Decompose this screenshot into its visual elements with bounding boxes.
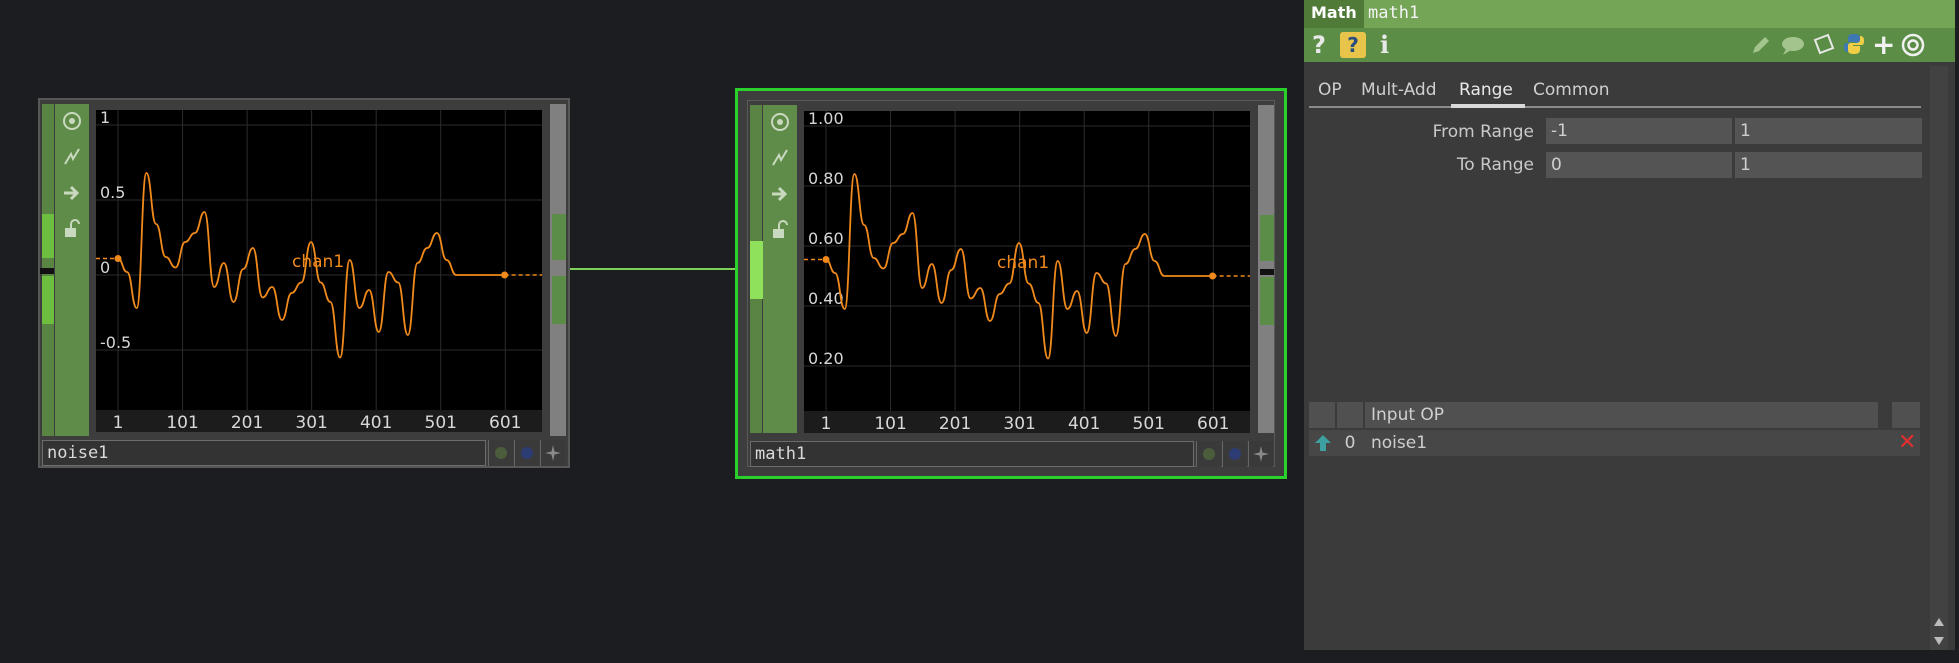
export-icon[interactable] <box>55 176 89 210</box>
x-tick-label: 501 <box>1133 414 1165 433</box>
node-icon-column <box>763 105 797 433</box>
x-tick-label: 401 <box>1068 414 1100 433</box>
to-range-value-2[interactable]: 1 <box>1735 152 1922 178</box>
y-tick-label: 0.40 <box>808 289 844 308</box>
cook-icon[interactable] <box>55 140 89 174</box>
output-connector[interactable] <box>552 214 566 260</box>
x-tick-label: 201 <box>939 414 971 433</box>
tab-op[interactable]: OP <box>1318 80 1342 100</box>
flag-blue-icon[interactable] <box>1222 441 1247 467</box>
output-marker <box>1260 269 1274 275</box>
channel-viewer[interactable]: 1 101 201 301 401 501 601 1 0.5 0 -0.5 chan1 <box>96 108 542 433</box>
curve-start-point <box>822 256 830 263</box>
channel-label: chan1 <box>292 252 345 272</box>
scroll-down-arrow-icon[interactable] <box>1933 631 1945 645</box>
curve-end-point <box>501 271 509 279</box>
y-tick-label: 0.60 <box>808 229 844 248</box>
tab-common[interactable]: Common <box>1533 80 1610 100</box>
node-math1[interactable]: 1 101 201 301 401 501 601 1.00 0.80 0.60 0.40 0.20 … <box>735 88 1287 479</box>
x-tick-label: 301 <box>1003 414 1035 433</box>
from-range-label: From Range <box>1432 122 1534 142</box>
bypass-star-icon[interactable] <box>540 440 565 466</box>
export-icon[interactable] <box>763 177 797 211</box>
viewer-icon[interactable] <box>1900 32 1926 62</box>
node-name-field[interactable]: math1 <box>750 441 1194 467</box>
channel-viewer[interactable]: 1 101 201 301 401 501 601 1.00 0.80 0.60 0.40 0.20 … <box>804 109 1250 434</box>
viewer-toggle-icon[interactable] <box>55 104 89 138</box>
op-type-label: Math <box>1304 0 1364 28</box>
python-icon[interactable] <box>1842 32 1866 60</box>
from-range-value-2[interactable]: 1 <box>1735 118 1922 144</box>
x-tick-label: 501 <box>425 413 457 432</box>
parameter-panel: Math math1 ? ? i + OP Mult-Add Range Com… <box>1304 0 1955 650</box>
flag-blue-icon[interactable] <box>514 440 539 466</box>
x-tick-label: 601 <box>489 413 521 432</box>
from-range-value-1[interactable]: -1 <box>1546 118 1732 144</box>
x-tick-label: 201 <box>231 413 263 432</box>
x-tick-label: 401 <box>360 413 392 432</box>
curve-end-point <box>1209 272 1217 280</box>
viewer-toggle-icon[interactable] <box>763 105 797 139</box>
info-icon[interactable]: i <box>1380 30 1389 59</box>
output-connector[interactable] <box>1260 215 1274 261</box>
y-tick-label: -0.5 <box>100 333 131 352</box>
panel-scrollbar[interactable] <box>1930 66 1948 650</box>
channel-label: chan1 <box>997 253 1050 273</box>
input-connector-2[interactable] <box>42 276 54 324</box>
docked-icon[interactable] <box>1812 32 1836 60</box>
x-tick-label: 1 <box>113 413 124 432</box>
input-op-name[interactable]: noise1 <box>1365 430 1878 456</box>
x-tick-label: 101 <box>166 413 198 432</box>
output-strip <box>550 104 566 436</box>
add-icon[interactable]: + <box>1872 31 1895 59</box>
tab-underline <box>1309 106 1921 108</box>
input-marker <box>40 268 54 274</box>
output-connector-2[interactable] <box>552 276 566 324</box>
scroll-up-arrow-icon[interactable] <box>1933 612 1945 626</box>
to-range-label: To Range <box>1456 155 1534 175</box>
input-table-header-blank-2 <box>1337 402 1363 428</box>
node-icon-column <box>55 104 89 436</box>
active-tab-indicator <box>1451 104 1525 108</box>
tab-range[interactable]: Range <box>1459 80 1513 100</box>
tab-mult-add[interactable]: Mult-Add <box>1361 80 1437 100</box>
curve-start-point <box>114 255 122 262</box>
x-tick-label: 301 <box>295 413 327 432</box>
panel-toolbar: ? ? i + <box>1304 28 1955 62</box>
go-to-input-arrow-icon[interactable] <box>1314 434 1332 456</box>
comment-icon[interactable] <box>1780 34 1806 60</box>
y-tick-label: 1 <box>100 110 110 127</box>
input-connector[interactable] <box>42 214 54 258</box>
node-name-field[interactable]: noise1 <box>42 440 486 466</box>
x-tick-label: 101 <box>874 414 906 433</box>
flag-green-icon[interactable] <box>488 440 513 466</box>
y-tick-label: 0.5 <box>100 183 125 202</box>
y-tick-label: 0.80 <box>808 169 844 188</box>
input-table-header: Input OP <box>1365 402 1878 428</box>
bypass-star-icon[interactable] <box>1248 441 1273 467</box>
node-wire[interactable] <box>570 268 750 270</box>
input-table-header-blank-1 <box>1309 402 1335 428</box>
y-tick-label: 0 <box>100 258 110 277</box>
flag-green-icon[interactable] <box>1196 441 1221 467</box>
output-connector-2[interactable] <box>1260 277 1274 325</box>
lock-icon[interactable] <box>55 212 89 246</box>
x-tick-label: 1 <box>821 414 832 433</box>
lock-icon[interactable] <box>763 213 797 247</box>
to-range-value-1[interactable]: 0 <box>1546 152 1732 178</box>
edit-icon[interactable] <box>1750 34 1772 60</box>
remove-input-x-icon[interactable]: ✕ <box>1898 430 1916 456</box>
input-connector[interactable] <box>750 241 764 299</box>
python-help-icon[interactable]: ? <box>1340 32 1366 58</box>
y-tick-label: 0.20 <box>808 349 844 368</box>
input-index: 0 <box>1337 430 1363 456</box>
y-tick-label: 1.00 <box>808 111 844 128</box>
x-tick-label: 601 <box>1197 414 1229 433</box>
input-table-header-blank-3 <box>1892 402 1920 428</box>
panel-title-bar: Math math1 <box>1304 0 1955 28</box>
node-noise1[interactable]: 1 101 201 301 401 501 601 1 0.5 0 -0.5 chan1 noise… <box>38 98 570 468</box>
op-name-field[interactable]: math1 <box>1368 0 1419 28</box>
help-icon[interactable]: ? <box>1312 31 1326 59</box>
cook-icon[interactable] <box>763 141 797 175</box>
